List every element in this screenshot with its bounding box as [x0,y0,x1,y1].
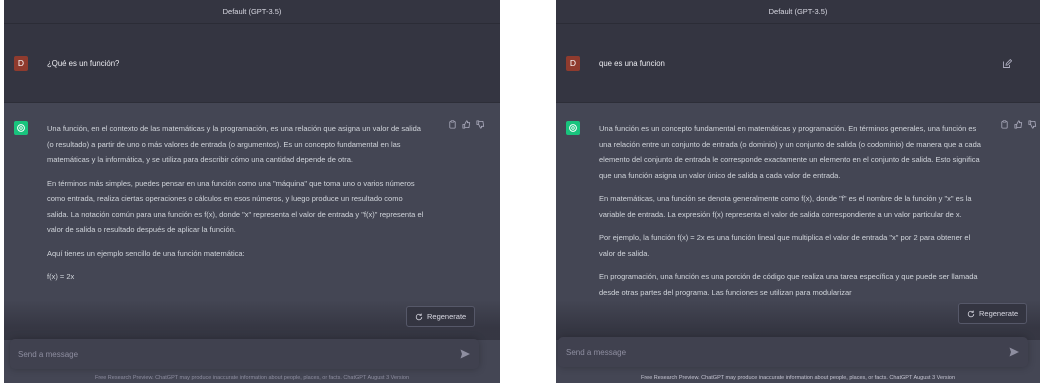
user-message: que es una funcion [599,58,665,68]
chat-panel-right: Default (GPT-3.5) D que es una funcion U… [556,0,1040,383]
thumbs-up-icon[interactable] [1014,120,1023,129]
message-actions [1000,120,1037,129]
refresh-icon [415,313,423,320]
assistant-paragraph: Una función es un concepto fundamental e… [599,124,981,180]
message-composer [558,337,1028,367]
user-message-row: D que es una funcion [556,24,1040,103]
openai-logo-icon [14,121,28,135]
assistant-paragraph: En términos más simples, puedes pensar e… [47,178,424,235]
assistant-paragraph: En programación, una función es una porc… [599,272,978,297]
regenerate-label: Regenerate [427,312,467,321]
send-icon[interactable] [1008,346,1020,358]
message-input[interactable] [566,347,1008,357]
thumbs-up-icon[interactable] [462,120,471,129]
thumbs-down-icon[interactable] [476,120,485,129]
regenerate-button[interactable]: Regenerate [958,303,1028,324]
model-title: Default (GPT-3.5) [556,0,1040,24]
copy-icon[interactable] [1000,120,1009,129]
refresh-icon [967,310,975,317]
message-actions [448,120,485,129]
user-message-row: D ¿Qué es un función? [4,24,500,103]
assistant-paragraph: Por ejemplo, la función f(x) = 2x es una… [599,233,971,258]
message-input[interactable] [18,349,459,359]
model-title: Default (GPT-3.5) [4,0,500,24]
user-avatar: D [566,55,580,71]
footer-disclaimer: Free Research Preview. ChatGPT may produ… [94,375,410,381]
openai-logo-icon [566,121,580,135]
user-avatar: D [14,55,28,71]
edit-icon[interactable] [1002,59,1012,69]
send-icon[interactable] [459,348,471,360]
regenerate-label: Regenerate [979,309,1019,318]
regenerate-button[interactable]: Regenerate [406,306,476,327]
footer-disclaimer: Free Research Preview. ChatGPT may produ… [640,375,956,381]
user-message: ¿Qué es un función? [47,58,120,68]
chat-panel-left: Default (GPT-3.5) D ¿Qué es un función? … [4,0,500,383]
message-composer [10,339,479,369]
thumbs-down-icon[interactable] [1028,120,1037,129]
assistant-paragraph: En matemáticas, una función se denota ge… [599,194,972,219]
assistant-paragraph: Una función, en el contexto de las matem… [47,124,421,164]
copy-icon[interactable] [448,120,457,129]
assistant-paragraph: f(x) = 2x [47,272,75,281]
assistant-paragraph: Aquí tienes un ejemplo sencillo de una f… [47,248,245,258]
